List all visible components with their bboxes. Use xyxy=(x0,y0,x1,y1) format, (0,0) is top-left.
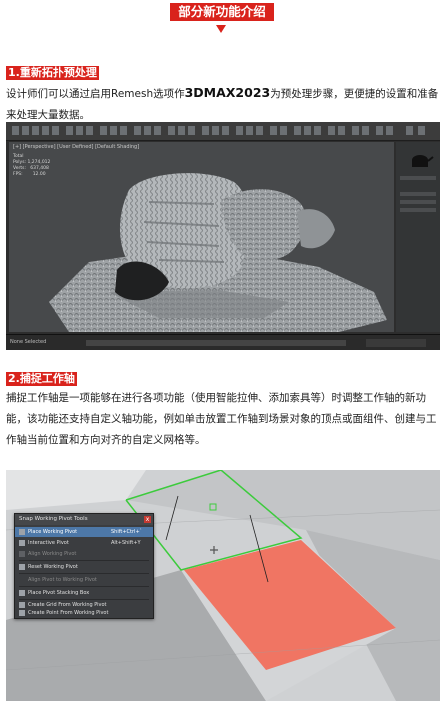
toolbar-icon xyxy=(246,126,253,135)
menu-item-create-point[interactable]: Create Point From Working Pivot xyxy=(15,609,153,618)
menu-item-label: Create Point From Working Pivot xyxy=(28,610,109,616)
toolbar-icon xyxy=(178,126,185,135)
rollout-bar[interactable] xyxy=(400,200,436,204)
menu-title-bar[interactable]: Snap Working Pivot Tools x xyxy=(15,514,153,525)
toolbar-icon xyxy=(188,126,195,135)
toolbar-icon xyxy=(202,126,209,135)
timeline-track[interactable] xyxy=(86,340,346,346)
selection-status: None Selected xyxy=(10,339,47,345)
toolbar-icon xyxy=(352,126,359,135)
point-icon xyxy=(19,610,25,616)
toolbar-icon xyxy=(52,126,59,135)
align-icon xyxy=(19,551,25,557)
teapot-icon xyxy=(400,155,436,180)
section-1-text-start: 设计师们可以通过启用Remesh选项作 xyxy=(6,88,185,100)
toolbar-icon xyxy=(280,126,287,135)
section-2-paragraph: 捕捉工作轴是一项能够在进行各项功能（使用智能拉伸、添加索具等）时调整工作轴的新功… xyxy=(6,388,440,451)
product-name: 3DMAX2023 xyxy=(184,85,271,100)
toolbar-icon xyxy=(154,126,161,135)
menu-divider xyxy=(19,586,149,587)
toolbar-icon xyxy=(328,126,335,135)
main-toolbar xyxy=(6,122,440,141)
toolbar-icon xyxy=(144,126,151,135)
section-1-paragraph: 设计师们可以通过启用Remesh选项作3DMAX2023为预处理步骤，更便捷的设… xyxy=(6,82,440,126)
menu-item-place-pivot-stacking-box[interactable]: Place Pivot Stacking Box xyxy=(15,588,153,598)
section-2-tag: 2.捕捉工作轴 xyxy=(6,372,77,386)
menu-item-label: Align Working Pivot xyxy=(28,551,77,557)
status-bar: None Selected xyxy=(6,334,440,350)
snap-working-pivot-menu: Snap Working Pivot Tools x Place Working… xyxy=(14,513,154,619)
section-2-line: 捕捉工作轴是一项能够在进行各项功能（使用智能拉伸、添加索具等）时调整工作轴的新功 xyxy=(6,392,426,404)
toolbar-icon xyxy=(12,126,19,135)
viewport-statistics: Total Polys: 1,274,012 Verts: 637,408 FP… xyxy=(13,154,51,177)
toolbar-icon xyxy=(42,126,49,135)
toolbar-icon xyxy=(386,126,393,135)
menu-item-label: Interactive Pivot xyxy=(28,540,69,546)
pivot-icon xyxy=(19,529,25,535)
toolbar-icon xyxy=(134,126,141,135)
rollout-bar[interactable] xyxy=(400,208,436,212)
command-panel[interactable] xyxy=(396,142,440,332)
menu-item-shortcut: Shift+Ctrl+` xyxy=(111,529,143,535)
menu-item-label: Place Pivot Stacking Box xyxy=(28,590,90,596)
toolbar-icon xyxy=(22,126,29,135)
toolbar-icon xyxy=(270,126,277,135)
toolbar-icon xyxy=(212,126,219,135)
toolbar-icon xyxy=(76,126,83,135)
menu-title: Snap Working Pivot Tools xyxy=(19,516,88,522)
menu-divider xyxy=(19,573,149,574)
box-icon xyxy=(19,590,25,596)
toolbar-icon xyxy=(120,126,127,135)
toolbar-icon xyxy=(110,126,117,135)
toolbar-icon xyxy=(86,126,93,135)
section-2-line: 作轴当前位置和方向对齐的自定义网格等。 xyxy=(6,434,206,446)
toolbar-icon xyxy=(66,126,73,135)
close-button[interactable]: x xyxy=(144,516,151,523)
pivot-icon xyxy=(19,540,25,546)
rollout-bar[interactable] xyxy=(400,192,436,196)
playback-controls[interactable] xyxy=(366,339,426,347)
toolbar-icon xyxy=(236,126,243,135)
toolbar-icon xyxy=(168,126,175,135)
section-2-line: 能，该功能还支持自定义轴功能，例如单击放置工作轴到场景对象的顶点或面组件、创建与… xyxy=(6,413,437,425)
menu-divider xyxy=(19,560,149,561)
toolbar-icon xyxy=(314,126,321,135)
snap-working-pivot-screenshot: Snap Working Pivot Tools x Place Working… xyxy=(6,470,440,701)
menu-item-reset-working-pivot[interactable]: Reset Working Pivot xyxy=(15,562,153,572)
toolbar-icon xyxy=(100,126,107,135)
menu-item-place-working-pivot[interactable]: Place Working Pivot Shift+Ctrl+` xyxy=(15,527,153,537)
menu-item-label: Reset Working Pivot xyxy=(28,564,78,570)
viewport-label[interactable]: [+] [Perspective] [User Defined] [Defaul… xyxy=(13,144,139,150)
menu-item-shortcut: Alt+Shift+Y xyxy=(111,540,141,546)
toolbar-icon xyxy=(304,126,311,135)
menu-item-interactive-pivot[interactable]: Interactive Pivot Alt+Shift+Y xyxy=(15,538,153,548)
down-arrow-icon xyxy=(216,25,226,33)
menu-item-label: Place Working Pivot xyxy=(28,529,78,535)
page-title: 部分新功能介绍 xyxy=(170,3,274,21)
toolbar-icon xyxy=(222,126,229,135)
perspective-viewport[interactable]: [+] [Perspective] [User Defined] [Defaul… xyxy=(9,142,394,332)
grid-icon xyxy=(19,602,25,608)
toolbar-icon xyxy=(362,126,369,135)
toolbar-icon xyxy=(256,126,263,135)
remeshed-stump-model xyxy=(49,173,387,332)
reset-icon xyxy=(19,564,25,570)
menu-item-label: Align Pivot to Working Pivot xyxy=(28,577,97,583)
toolbar-icon xyxy=(406,126,413,135)
toolbar-icon xyxy=(376,126,383,135)
toolbar-icon xyxy=(32,126,39,135)
menu-item-align-working-pivot[interactable]: Align Working Pivot xyxy=(15,549,153,559)
toolbar-icon xyxy=(338,126,345,135)
section-1-tag: 1.重新拓扑预处理 xyxy=(6,66,99,80)
toolbar-icon xyxy=(418,126,425,135)
toolbar-icon xyxy=(294,126,301,135)
remesh-screenshot: [+] [Perspective] [User Defined] [Defaul… xyxy=(6,122,440,350)
menu-item-align-pivot-to-working-pivot[interactable]: Align Pivot to Working Pivot xyxy=(15,575,153,585)
